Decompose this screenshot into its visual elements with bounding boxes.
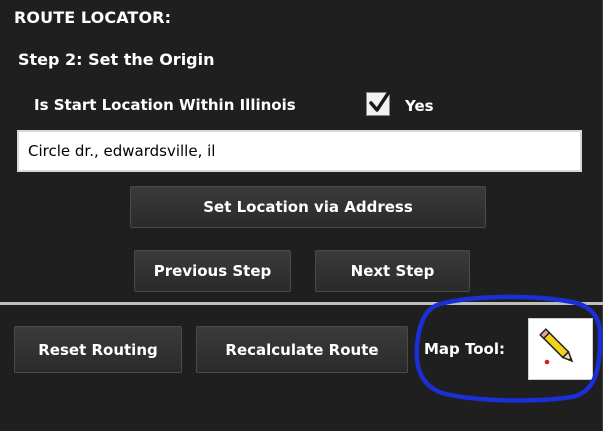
reset-routing-button[interactable]: Reset Routing: [14, 326, 182, 373]
yes-label: Yes: [405, 97, 434, 115]
previous-step-button[interactable]: Previous Step: [134, 250, 291, 292]
next-step-button[interactable]: Next Step: [315, 250, 470, 292]
set-location-button[interactable]: Set Location via Address: [130, 186, 486, 228]
map-tool-label: Map Tool:: [424, 340, 505, 358]
within-illinois-label: Is Start Location Within Illinois: [34, 96, 296, 114]
route-locator-panel: ROUTE LOCATOR: Step 2: Set the Origin Is…: [0, 0, 603, 431]
section-divider: [0, 302, 603, 305]
map-tool-button[interactable]: [528, 318, 593, 380]
panel-title: ROUTE LOCATOR:: [14, 8, 172, 27]
recalculate-route-button[interactable]: Recalculate Route: [196, 326, 408, 373]
address-input[interactable]: [17, 130, 582, 172]
step-heading: Step 2: Set the Origin: [18, 50, 215, 69]
checkmark-icon: [369, 90, 391, 112]
pencil-icon: [539, 328, 574, 365]
within-illinois-checkbox[interactable]: [366, 90, 391, 116]
